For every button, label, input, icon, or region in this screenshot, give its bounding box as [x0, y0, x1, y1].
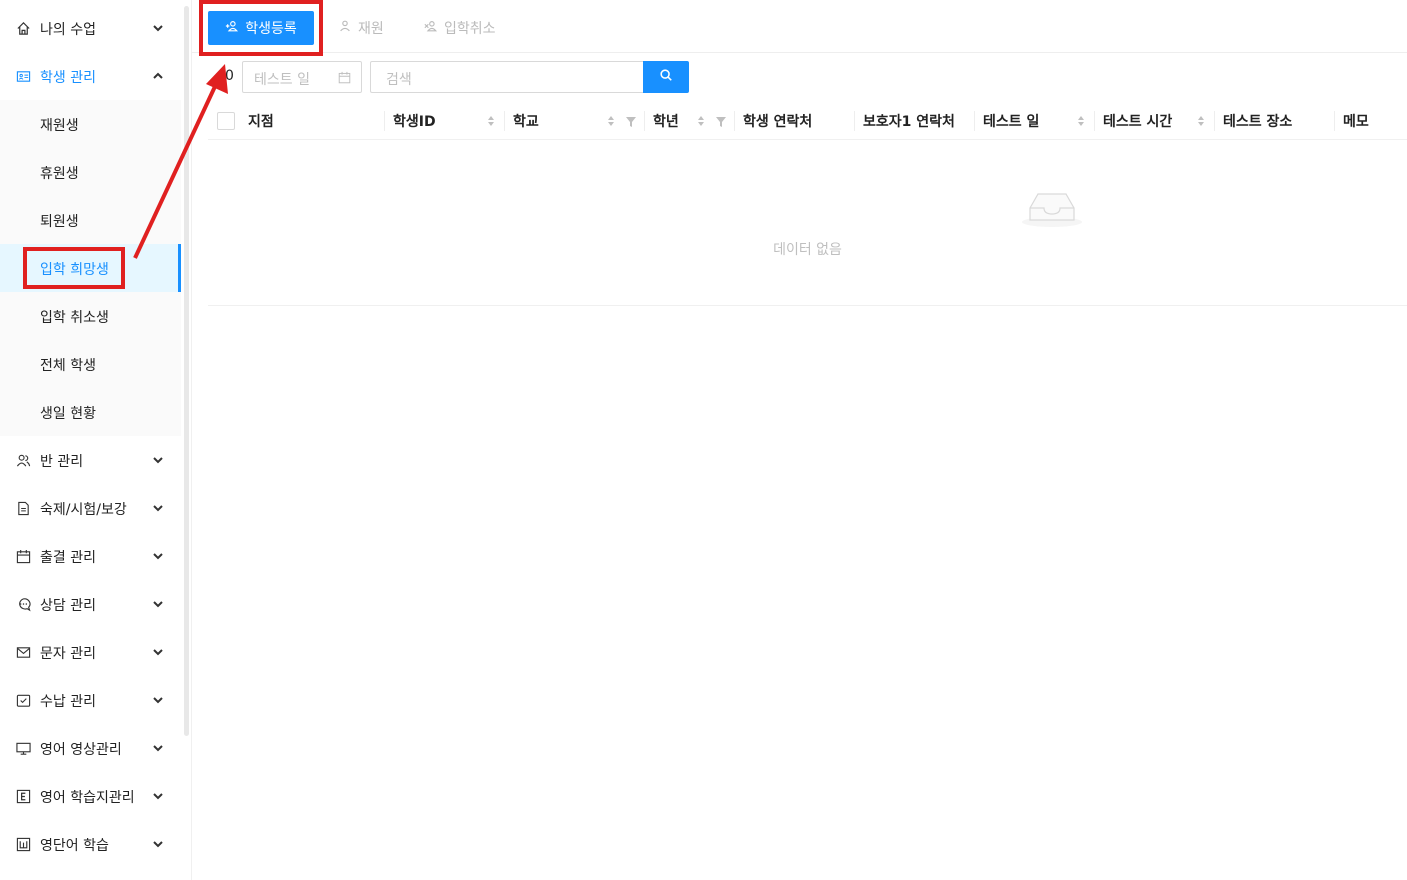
- empty-text: 데이터 없음: [773, 242, 842, 258]
- menu-label: 수납 관리: [40, 694, 96, 710]
- search-input[interactable]: 검색: [370, 61, 644, 93]
- enroll-label: 재원: [358, 21, 384, 37]
- menu-label: 학생 관리: [40, 70, 96, 86]
- monitor-icon: [16, 741, 31, 756]
- column-header[interactable]: 테스트 시간: [1103, 101, 1172, 140]
- chevron-down-icon: [152, 550, 164, 562]
- submenu-label: 휴원생: [40, 166, 79, 182]
- file-icon: [16, 501, 31, 516]
- menu-label: 문자 관리: [40, 646, 96, 662]
- column-header: 보호자1 연락처: [863, 113, 955, 130]
- highlight-box-register: [199, 0, 323, 56]
- chevron-up-icon: [152, 70, 164, 82]
- submenu-item-birthdays[interactable]: 생일 현황: [0, 388, 181, 436]
- menu-label: 영어 영상관리: [40, 742, 122, 758]
- chevron-down-icon: [152, 742, 164, 754]
- column-header: 테스트 장소: [1223, 113, 1293, 130]
- select-all-checkbox[interactable]: [217, 112, 235, 130]
- column-header[interactable]: 학생ID: [393, 101, 436, 140]
- chevron-down-icon: [152, 22, 164, 34]
- menu-payment[interactable]: 수납 관리: [0, 676, 181, 724]
- menu-label: 영어 학습지관리: [40, 790, 135, 806]
- menu-homework-exam[interactable]: 숙제/시험/보강: [0, 484, 181, 532]
- id-card-icon: [16, 69, 31, 84]
- search-button[interactable]: [643, 61, 689, 93]
- enroll-button[interactable]: 재원: [338, 11, 384, 45]
- inbox-check-icon: [16, 693, 31, 708]
- submenu-item-cancelled[interactable]: 입학 취소생: [0, 292, 181, 340]
- submenu-item-withdrawn[interactable]: 퇴원생: [0, 196, 181, 244]
- menu-vocabulary[interactable]: 영단어 학습: [0, 820, 181, 868]
- letter-w-icon: [16, 837, 31, 852]
- menu-attendance[interactable]: 출결 관리: [0, 532, 181, 580]
- column-header[interactable]: 테스트 일: [983, 101, 1039, 140]
- menu-sms[interactable]: 문자 관리: [0, 628, 181, 676]
- test-date-picker[interactable]: 테스트 일: [242, 61, 362, 93]
- menu-label: 나의 수업: [40, 22, 96, 38]
- calendar-icon: [16, 549, 31, 564]
- column-header[interactable]: 학교: [513, 101, 539, 140]
- chevron-down-icon: [152, 838, 164, 850]
- user-remove-icon: [424, 19, 438, 37]
- menu-english-video[interactable]: 영어 영상관리: [0, 724, 181, 772]
- column-header[interactable]: 학년: [653, 101, 679, 140]
- calendar-icon: [338, 71, 351, 88]
- mail-icon: [16, 645, 31, 660]
- submenu-label: 재원생: [40, 118, 79, 134]
- menu-english-worksheet[interactable]: 영어 학습지관리: [0, 772, 181, 820]
- menu-label: 상담 관리: [40, 598, 96, 614]
- chevron-down-icon: [152, 646, 164, 658]
- submenu-label: 생일 현황: [40, 406, 96, 422]
- cancel-admission-button[interactable]: 입학취소: [424, 11, 496, 45]
- user-switch-icon: [338, 19, 352, 37]
- menu-label: 영단어 학습: [40, 838, 109, 854]
- sort-icon[interactable]: [697, 114, 705, 128]
- menu-counseling[interactable]: 상담 관리: [0, 580, 181, 628]
- filter-icon[interactable]: [626, 115, 636, 127]
- search-placeholder: 검색: [386, 72, 412, 88]
- sort-icon[interactable]: [1077, 114, 1085, 128]
- menu-label: 반 관리: [40, 454, 84, 470]
- truncated-value: 0: [225, 68, 234, 84]
- sidebar-scrollbar-thumb[interactable]: [184, 6, 189, 736]
- sidebar: 나의 수업 학생 관리 재원생 휴원생 퇴원생 입학 희망생 입학 취소생 전체…: [0, 0, 181, 880]
- cancel-label: 입학취소: [444, 21, 496, 37]
- submenu-item-all-students[interactable]: 전체 학생: [0, 340, 181, 388]
- chevron-down-icon: [152, 598, 164, 610]
- menu-student-management[interactable]: 학생 관리: [0, 52, 181, 100]
- menu-label: 출결 관리: [40, 550, 96, 566]
- filter-icon[interactable]: [716, 115, 726, 127]
- submenu-item-on-leave[interactable]: 휴원생: [0, 148, 181, 196]
- letter-e-icon: [16, 789, 31, 804]
- chevron-down-icon: [152, 502, 164, 514]
- table-header: 지점 학생ID 학교 학년 학생 연락처 보호자1 연락처 테스트 일 테스트 …: [208, 101, 1407, 140]
- home-icon: [16, 21, 31, 36]
- sort-icon[interactable]: [487, 114, 495, 128]
- chevron-down-icon: [152, 454, 164, 466]
- menu-label: 숙제/시험/보강: [40, 502, 127, 518]
- empty-inbox-icon: [1020, 186, 1084, 232]
- menu-class-management[interactable]: 반 관리: [0, 436, 181, 484]
- date-placeholder: 테스트 일: [254, 72, 310, 88]
- sort-icon[interactable]: [1197, 114, 1205, 128]
- chevron-down-icon: [152, 790, 164, 802]
- column-header: 지점: [248, 113, 274, 130]
- highlight-box-prospective: [23, 247, 125, 289]
- sort-icon[interactable]: [607, 114, 615, 128]
- submenu-item-enrolled[interactable]: 재원생: [0, 100, 181, 148]
- menu-my-class[interactable]: 나의 수업: [0, 4, 181, 52]
- submenu-label: 퇴원생: [40, 214, 79, 230]
- chat-icon: [16, 597, 31, 612]
- submenu-label: 입학 취소생: [40, 310, 109, 326]
- chevron-down-icon: [152, 694, 164, 706]
- column-header: 메모: [1343, 113, 1369, 130]
- team-icon: [16, 453, 31, 468]
- search-icon: [659, 68, 673, 86]
- column-header: 학생 연락처: [743, 113, 813, 130]
- empty-state: 데이터 없음: [208, 140, 1407, 306]
- submenu-label: 전체 학생: [40, 358, 96, 374]
